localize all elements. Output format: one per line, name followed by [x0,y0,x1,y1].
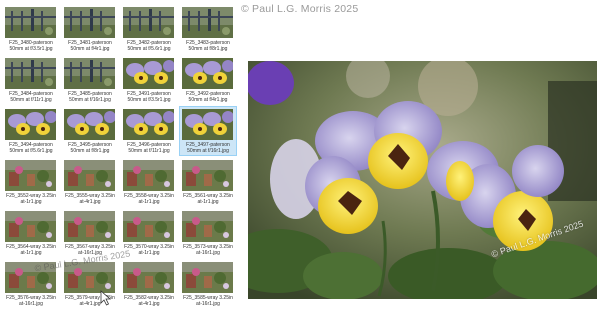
thumbnail-image[interactable] [123,109,174,140]
filename-line2: at-1r1.jpg [197,199,219,205]
thumbnail-item[interactable]: F25_3567-wray 3.25in at-16r1.jpg [62,209,118,257]
thumbnail-image[interactable] [182,262,233,293]
filename-line2: 50mm at f/4r1.jpg [188,97,228,103]
thumbnail-item[interactable]: F25_3552-wray 3.25in at-1r1.jpg [3,158,59,206]
thumbnail-caption: F25_3496-paterson 50mm at f/11r1.jpg [121,142,177,154]
thumbnail-caption: F25_3576-wray 3.25in at-16r1.jpg [3,295,59,307]
thumbnail-item[interactable]: F25_3582-wray 3.25in at-4r1.jpg [121,260,177,308]
thumbnail-image[interactable] [64,109,115,140]
thumbnail-image[interactable] [5,211,56,242]
thumbnail-caption: F25_3484-paterson 50mm at f/11r1.jpg [3,91,59,103]
thumbnail-caption: F25_3481-paterson 50mm at f/4r1.jpg [62,40,118,52]
filename-line2: 50mm at f/5.6r1.jpg [9,148,53,154]
thumbnail-item[interactable]: F25_3491-paterson 50mm at f/3.5r1.jpg [121,56,177,104]
filename-line2: at-4r1.jpg [79,199,101,205]
thumbnail-image[interactable] [123,7,174,38]
thumbnail-item[interactable]: F25_3564-wray 3.25in at-1r1.jpg [3,209,59,257]
thumbnail-image[interactable] [5,7,56,38]
filename-line2: 50mm at f/16r1.jpg [69,97,111,103]
filename-line2: 50mm at f/5.6r1.jpg [127,46,171,52]
thumbnail-item[interactable]: F25_3497-paterson 50mm at f/16r1.jpg [179,106,237,156]
thumbnail-image[interactable] [182,109,233,140]
filename-line2: at-1r1.jpg [138,199,160,205]
thumbnail-item[interactable]: F25_3495-paterson 50mm at f/8r1.jpg [62,107,118,155]
filename-line2: 50mm at f/8r1.jpg [188,46,228,52]
thumbnail-image[interactable] [123,160,174,191]
filename-line2: at-1r1.jpg [20,199,42,205]
thumbnail-caption: F25_3485-paterson 50mm at f/16r1.jpg [62,91,118,103]
thumbnail-caption: F25_3480-paterson 50mm at f/3.5r1.jpg [3,40,59,52]
thumbnail-item[interactable]: F25_3561-wray 3.25in at-1r1.jpg [180,158,236,206]
thumbnail-image[interactable] [182,160,233,191]
filename-line2: 50mm at f/3.5r1.jpg [9,46,53,52]
pansy-photo [248,61,597,299]
thumbnail-caption: F25_3561-wray 3.25in at-1r1.jpg [180,193,236,205]
thumbnail-caption: F25_3494-paterson 50mm at f/5.6r1.jpg [3,142,59,154]
thumbnail-caption: F25_3558-wray 3.25in at-1r1.jpg [121,193,177,205]
thumbnail-item[interactable]: F25_3480-paterson 50mm at f/3.5r1.jpg [3,5,59,53]
copyright-header: © Paul L.G. Morris 2025 [241,3,359,15]
thumbnail-item[interactable]: F25_3483-paterson 50mm at f/8r1.jpg [180,5,236,53]
thumbnail-item[interactable]: F25_3558-wray 3.25in at-1r1.jpg [121,158,177,206]
filename-line2: at-16r1.jpg [196,301,220,307]
thumbnail-item[interactable]: F25_3481-paterson 50mm at f/4r1.jpg [62,5,118,53]
thumbnail-caption: F25_3573-wray 3.25in at-16r1.jpg [180,244,236,256]
thumbnail-item[interactable]: F25_3585-wray 3.25in at-16r1.jpg [180,260,236,308]
thumbnail-caption: F25_3582-wray 3.25in at-4r1.jpg [121,295,177,307]
filename-line2: 50mm at f/11r1.jpg [10,97,52,103]
thumbnail-caption: F25_3585-wray 3.25in at-16r1.jpg [180,295,236,307]
thumbnail-image[interactable] [123,211,174,242]
thumbnail-item[interactable]: F25_3573-wray 3.25in at-16r1.jpg [180,209,236,257]
thumbnail-image[interactable] [5,160,56,191]
thumbnail-image[interactable] [182,7,233,38]
thumbnail-caption: F25_3483-paterson 50mm at f/8r1.jpg [180,40,236,52]
thumbnail-image[interactable] [64,58,115,89]
mouse-cursor-icon [100,290,112,306]
thumbnail-caption: F25_3497-paterson 50mm at f/16r1.jpg [180,142,236,154]
thumbnail-caption: F25_3482-paterson 50mm at f/5.6r1.jpg [121,40,177,52]
thumbnail-item[interactable]: F25_3555-wray 3.25in at-4r1.jpg [62,158,118,206]
thumbnail-image[interactable] [182,211,233,242]
thumbnail-item[interactable]: F25_3482-paterson 50mm at f/5.6r1.jpg [121,5,177,53]
thumbnail-image[interactable] [64,7,115,38]
thumbnail-caption: F25_3495-paterson 50mm at f/8r1.jpg [62,142,118,154]
thumbnail-caption: F25_3552-wray 3.25in at-1r1.jpg [3,193,59,205]
thumbnail-image[interactable] [182,58,233,89]
thumbnail-item[interactable]: F25_3494-paterson 50mm at f/5.6r1.jpg [3,107,59,155]
thumbnail-caption: F25_3564-wray 3.25in at-1r1.jpg [3,244,59,256]
thumbnail-image[interactable] [123,262,174,293]
filename-line2: at-1r1.jpg [20,250,42,256]
filename-line2: at-4r1.jpg [138,301,160,307]
thumbnail-caption: F25_3492-paterson 50mm at f/4r1.jpg [180,91,236,103]
filename-line2: 50mm at f/11r1.jpg [128,148,170,154]
thumbnail-image[interactable] [123,58,174,89]
thumbnail-image[interactable] [5,58,56,89]
image-preview [248,61,597,299]
thumbnail-item[interactable]: F25_3492-paterson 50mm at f/4r1.jpg [180,56,236,104]
filename-line2: at-16r1.jpg [196,250,220,256]
filename-line2: at-16r1.jpg [19,301,43,307]
filename-line2: 50mm at f/4r1.jpg [70,46,110,52]
thumbnail-item[interactable]: F25_3485-paterson 50mm at f/16r1.jpg [62,56,118,104]
thumbnail-item[interactable]: F25_3484-paterson 50mm at f/11r1.jpg [3,56,59,104]
thumbnail-image[interactable] [5,109,56,140]
thumbnail-image[interactable] [64,211,115,242]
thumbnail-item[interactable]: F25_3496-paterson 50mm at f/11r1.jpg [121,107,177,155]
thumbnail-caption: F25_3491-paterson 50mm at f/3.5r1.jpg [121,91,177,103]
filename-line2: 50mm at f/16r1.jpg [187,148,229,154]
filename-line2: 50mm at f/3.5r1.jpg [127,97,171,103]
thumbnail-caption: F25_3555-wray 3.25in at-4r1.jpg [62,193,118,205]
thumbnail-image[interactable] [64,160,115,191]
filename-line2: 50mm at f/8r1.jpg [70,148,110,154]
